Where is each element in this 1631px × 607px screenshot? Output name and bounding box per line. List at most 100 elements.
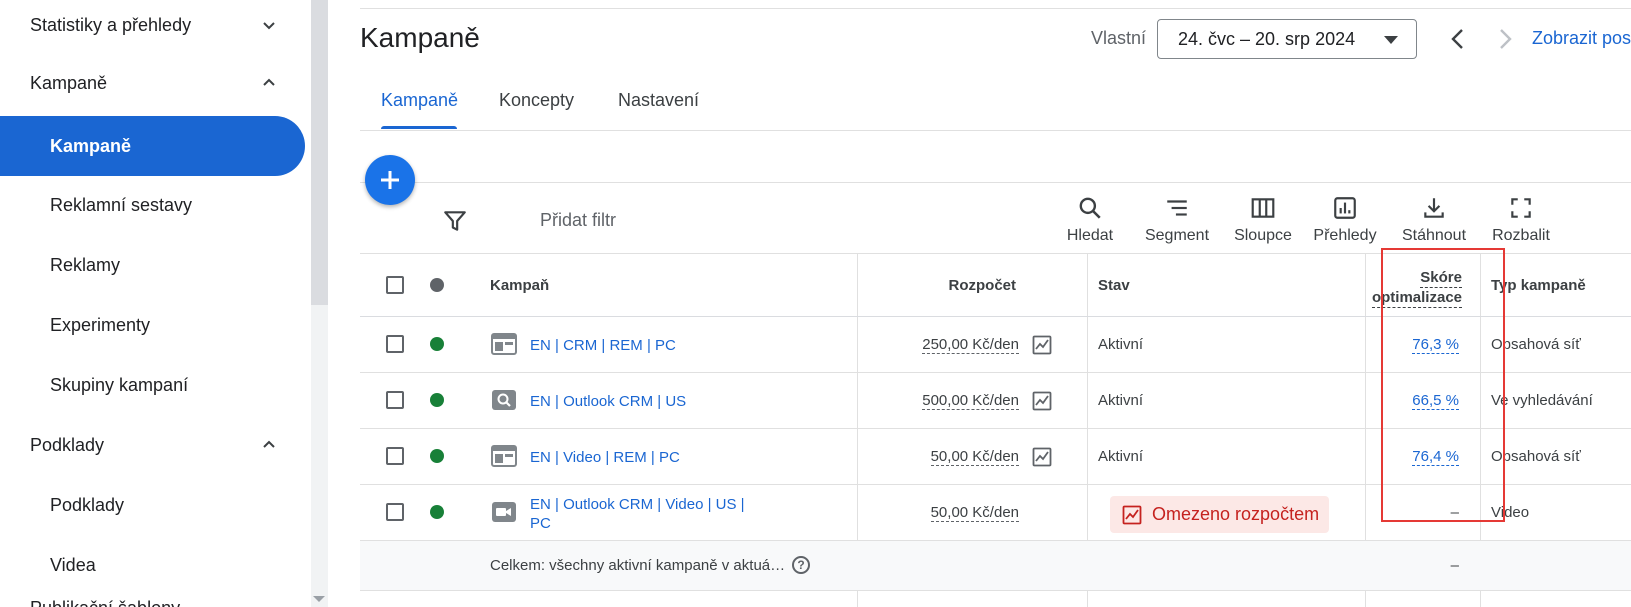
status-dot-active (430, 337, 444, 351)
sidebar-section-statistics[interactable]: Statistiky a přehledy (0, 0, 305, 54)
help-icon[interactable]: ? (792, 556, 810, 574)
row-checkbox[interactable] (386, 503, 404, 521)
sidebar-item-label: Skupiny kampaní (50, 374, 189, 395)
download-icon (1424, 198, 1444, 218)
total-optimization-score: – (1450, 557, 1459, 574)
budget-chart-icon[interactable] (1032, 391, 1052, 411)
tab-drafts[interactable]: Koncepty (499, 90, 574, 111)
tool-label: Rozbalit (1492, 227, 1550, 244)
limited-by-budget-badge[interactable]: Omezeno rozpočtem (1110, 496, 1330, 533)
sidebar-item-assets[interactable]: Podklady (0, 476, 305, 534)
budget-value[interactable]: 50,00 Kč/den (930, 504, 1019, 522)
trend-chart-icon (1122, 505, 1142, 524)
row-checkbox[interactable] (386, 335, 404, 353)
sidebar-item-ads[interactable]: Reklamy (0, 236, 305, 294)
tool-label: Stáhnout (1401, 227, 1467, 244)
status-value: Aktivní (1098, 336, 1144, 353)
budget-value[interactable]: 50,00 Kč/den (930, 448, 1019, 466)
dropdown-arrow-icon (1384, 36, 1398, 44)
sidebar-item-campaign-groups[interactable]: Skupiny kampaní (0, 356, 305, 414)
left-sidebar: Statistiky a přehledy Kampaně Kampaně Re… (0, 0, 328, 607)
chevron-up-icon (263, 440, 275, 448)
sidebar-item-label: Podklady (50, 494, 125, 515)
add-campaign-button[interactable] (365, 155, 415, 205)
campaign-link[interactable]: EN | Outlook CRM | Video | US | PC (530, 495, 745, 533)
campaign-link[interactable]: EN | Video | REM | PC (530, 448, 745, 467)
tool-label: Přehledy (1313, 227, 1377, 244)
download-button[interactable]: Stáhnout (1394, 193, 1474, 253)
expand-button[interactable]: Rozbalit (1481, 193, 1561, 253)
budget-chart-icon[interactable] (1032, 447, 1052, 467)
segment-button[interactable]: Segment (1137, 193, 1217, 253)
campaign-type: Ve vyhledávání (1491, 392, 1593, 409)
status-dot-active (430, 393, 444, 407)
row-checkbox[interactable] (386, 391, 404, 409)
column-header-campaign-type[interactable]: Typ kampaně (1491, 277, 1586, 294)
sidebar-section-label: Podklady (30, 434, 105, 455)
tab-settings[interactable]: Nastavení (618, 90, 699, 111)
date-range-value: 24. čvc – 20. srp 2024 (1178, 28, 1356, 49)
chevron-up-icon (263, 78, 275, 86)
sidebar-partial-item[interactable]: Publikační šablony (30, 598, 180, 607)
sidebar-item-label: Experimenty (50, 314, 151, 335)
sidebar-section-campaigns[interactable]: Kampaně (0, 54, 305, 112)
campaign-link[interactable]: EN | Outlook CRM | US (530, 392, 745, 411)
optimization-score-highlight (1381, 248, 1505, 522)
segment-icon (1167, 200, 1187, 216)
show-period-link[interactable]: Zobrazit poslední 30 dní (1532, 28, 1631, 49)
row-checkbox[interactable] (386, 447, 404, 465)
sidebar-scrollbar-thumb[interactable] (311, 0, 328, 305)
divider (360, 130, 1631, 131)
sidebar-section-label: Statistiky a přehledy (30, 14, 192, 35)
video-campaign-icon (492, 502, 516, 522)
status-dot-active (430, 505, 444, 519)
campaign-link[interactable]: EN | CRM | REM | PC (530, 336, 745, 355)
column-header-campaign[interactable]: Kampaň (490, 277, 549, 294)
sidebar-item-experiments[interactable]: Experimenty (0, 296, 305, 354)
date-range-label: Vlastní (1091, 28, 1147, 48)
status-dot-active (430, 449, 444, 463)
table-total-row: Celkem: všechny aktivní kampaně v aktuá…… (360, 541, 1631, 591)
sidebar-item-label: Videa (50, 554, 96, 575)
status-value: Aktivní (1098, 448, 1144, 465)
tab-campaigns[interactable]: Kampaně (381, 90, 458, 111)
status-dot-header (430, 278, 444, 292)
tool-label: Hledat (1066, 227, 1114, 244)
status-value: Aktivní (1098, 392, 1144, 409)
display-campaign-icon (491, 333, 517, 355)
sidebar-item-ad-groups[interactable]: Reklamní sestavy (0, 176, 305, 234)
column-header-status[interactable]: Stav (1098, 277, 1130, 294)
sidebar-item-videos[interactable]: Videa (0, 536, 305, 594)
search-campaign-icon (492, 390, 516, 410)
search-button[interactable]: Hledat (1050, 193, 1130, 253)
chevron-left-icon[interactable] (1443, 24, 1473, 54)
page-title: Kampaně (360, 22, 480, 53)
tool-label: Sloupce (1234, 227, 1292, 244)
divider (360, 8, 1631, 9)
chevron-down-icon (263, 22, 275, 30)
total-label: Celkem: všechny aktivní kampaně v aktuá… (490, 557, 786, 574)
budget-chart-icon[interactable] (1032, 335, 1052, 355)
budget-value[interactable]: 250,00 Kč/den (922, 336, 1019, 354)
sidebar-section-assets[interactable]: Podklady (0, 416, 305, 474)
plus-icon (381, 171, 399, 189)
sidebar-item-campaigns[interactable]: Kampaně (0, 116, 305, 176)
select-all-checkbox[interactable] (386, 276, 404, 294)
filter-icon[interactable] (442, 208, 468, 234)
sidebar-item-label: Reklamy (50, 254, 121, 275)
scroll-down-arrow-icon[interactable] (313, 596, 325, 602)
tool-label: Segment (1144, 227, 1210, 244)
columns-button[interactable]: Sloupce (1223, 193, 1303, 253)
sidebar-section-label: Kampaně (30, 72, 108, 93)
budget-value[interactable]: 500,00 Kč/den (922, 392, 1019, 410)
reports-button[interactable]: Přehledy (1305, 193, 1385, 253)
date-range-picker[interactable]: 24. čvc – 20. srp 2024 (1157, 19, 1417, 59)
sidebar-item-label: Reklamní sestavy (50, 194, 193, 215)
columns-icon (1251, 198, 1275, 218)
reports-icon (1334, 197, 1356, 219)
chevron-right-icon[interactable] (1490, 24, 1520, 54)
status-value: Omezeno rozpočtem (1152, 504, 1320, 524)
column-header-budget[interactable]: Rozpočet (949, 277, 1017, 294)
search-icon (1079, 197, 1101, 219)
add-filter-button[interactable]: Přidat filtr (540, 210, 616, 231)
